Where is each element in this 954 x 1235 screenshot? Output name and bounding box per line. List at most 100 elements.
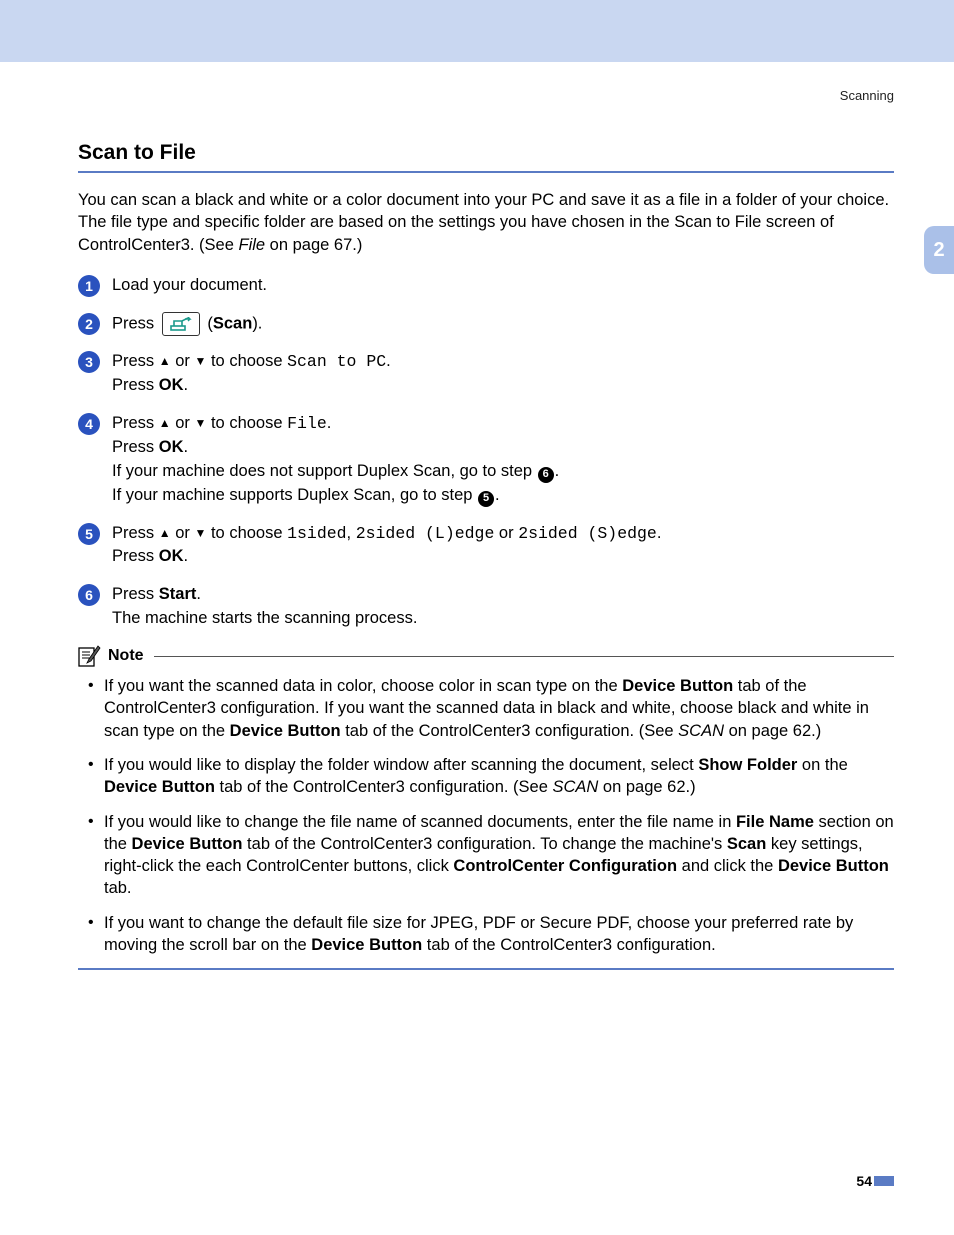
step-ref-6[interactable]: 6 — [538, 467, 554, 483]
text: tab of the ControlCenter3 configuration.… — [215, 778, 553, 796]
step-3-body: Press ▲ or ▼ to choose Scan to PC. Press… — [112, 350, 894, 398]
text: If you want the scanned data in color, c… — [104, 677, 622, 695]
text: to choose — [206, 414, 287, 432]
bold: File Name — [736, 813, 814, 831]
text: on page 62.) — [598, 778, 695, 796]
down-arrow-icon: ▼ — [195, 526, 207, 540]
step-number-badge: 5 — [78, 523, 100, 545]
text: , — [347, 524, 356, 542]
step-3: 3 Press ▲ or ▼ to choose Scan to PC. Pre… — [78, 350, 894, 398]
step-ref-5[interactable]: 5 — [478, 491, 494, 507]
text: If you would like to change the file nam… — [104, 813, 736, 831]
intro-link-file[interactable]: File — [239, 236, 266, 254]
text: Press — [112, 414, 159, 432]
note-header: Note — [78, 645, 894, 667]
running-header: Scanning — [78, 88, 894, 103]
text: The machine starts the scanning process. — [112, 607, 894, 631]
scan-button-icon — [162, 312, 200, 336]
note-item: If you want to change the default file s… — [86, 912, 894, 957]
bold: Show Folder — [698, 756, 797, 774]
text: If your machine does not support Duplex … — [112, 462, 537, 480]
text: If you would like to display the folder … — [104, 756, 698, 774]
step-5-body: Press ▲ or ▼ to choose 1sided, 2sided (L… — [112, 522, 894, 570]
text: tab of the ControlCenter3 configuration.… — [341, 722, 679, 740]
steps-list: 1 Load your document. 2 Press (Scan). 3 — [78, 274, 894, 631]
page-number-wrap: 54 — [856, 1173, 894, 1189]
text: on the — [797, 756, 847, 774]
text: Press — [112, 438, 159, 456]
ok-label: OK — [159, 376, 184, 394]
note-rule — [154, 656, 894, 657]
up-arrow-icon: ▲ — [159, 354, 171, 368]
step-1-body: Load your document. — [112, 274, 894, 298]
text: Press — [112, 524, 159, 542]
chapter-tab: 2 — [924, 226, 954, 274]
text: or — [171, 352, 195, 370]
intro-text-a: You can scan a black and white or a colo… — [78, 191, 889, 254]
step-number-badge: 4 — [78, 413, 100, 435]
bold: Device Button — [311, 936, 422, 954]
scan-label: Scan — [213, 314, 252, 332]
menu-option: 1sided — [287, 524, 346, 543]
note-label: Note — [108, 647, 144, 665]
text: tab. — [104, 879, 132, 897]
note-item: If you would like to change the file nam… — [86, 811, 894, 900]
text: on page 62.) — [724, 722, 821, 740]
note-item: If you would like to display the folder … — [86, 754, 894, 799]
bold: Scan — [727, 835, 766, 853]
start-label: Start — [159, 585, 197, 603]
down-arrow-icon: ▼ — [195, 354, 207, 368]
text: Press — [112, 585, 159, 603]
top-banner — [0, 0, 954, 62]
down-arrow-icon: ▼ — [195, 416, 207, 430]
step-number-badge: 3 — [78, 351, 100, 373]
text: Press — [112, 547, 159, 565]
bold: Device Button — [622, 677, 733, 695]
menu-option: Scan to PC — [287, 352, 386, 371]
scan-icon — [170, 317, 192, 331]
page-content: Scanning Scan to File You can scan a bla… — [0, 88, 954, 970]
text: or — [171, 524, 195, 542]
step-4-body: Press ▲ or ▼ to choose File. Press OK. I… — [112, 412, 894, 508]
note-end-rule — [78, 968, 894, 970]
section-title: Scan to File — [78, 141, 894, 173]
note-icon — [78, 645, 102, 667]
step-1: 1 Load your document. — [78, 274, 894, 298]
text: and click the — [677, 857, 778, 875]
note-item: If you want the scanned data in color, c… — [86, 675, 894, 742]
text: Press — [112, 352, 159, 370]
up-arrow-icon: ▲ — [159, 416, 171, 430]
text: tab of the ControlCenter3 configuration. — [422, 936, 716, 954]
step-6-body: Press Start. The machine starts the scan… — [112, 583, 894, 631]
step-2-body: Press (Scan). — [112, 312, 894, 336]
step-number-badge: 6 — [78, 584, 100, 606]
step-number-badge: 2 — [78, 313, 100, 335]
text: tab of the ControlCenter3 configuration.… — [242, 835, 726, 853]
bold: Device Button — [104, 778, 215, 796]
page-number-bar — [874, 1176, 894, 1186]
bold: Device Button — [132, 835, 243, 853]
text: Press — [112, 314, 154, 332]
link-scan[interactable]: SCAN — [552, 778, 598, 796]
step-number-badge: 1 — [78, 275, 100, 297]
link-scan[interactable]: SCAN — [678, 722, 724, 740]
text: or — [494, 524, 518, 542]
page-number: 54 — [856, 1173, 872, 1189]
note-list: If you want the scanned data in color, c… — [78, 675, 894, 956]
step-2: 2 Press (Scan). — [78, 312, 894, 336]
text: If your machine supports Duplex Scan, go… — [112, 486, 477, 504]
text: or — [171, 414, 195, 432]
ok-label: OK — [159, 547, 184, 565]
step-6: 6 Press Start. The machine starts the sc… — [78, 583, 894, 631]
menu-option: 2sided (S)edge — [518, 524, 657, 543]
step-4: 4 Press ▲ or ▼ to choose File. Press OK.… — [78, 412, 894, 508]
step-5: 5 Press ▲ or ▼ to choose 1sided, 2sided … — [78, 522, 894, 570]
menu-option: File — [287, 414, 327, 433]
intro-paragraph: You can scan a black and white or a colo… — [78, 189, 894, 256]
text: Press — [112, 376, 159, 394]
bold: Device Button — [230, 722, 341, 740]
up-arrow-icon: ▲ — [159, 526, 171, 540]
intro-text-b: on page 67.) — [265, 236, 362, 254]
bold: ControlCenter Configuration — [453, 857, 677, 875]
bold: Device Button — [778, 857, 889, 875]
